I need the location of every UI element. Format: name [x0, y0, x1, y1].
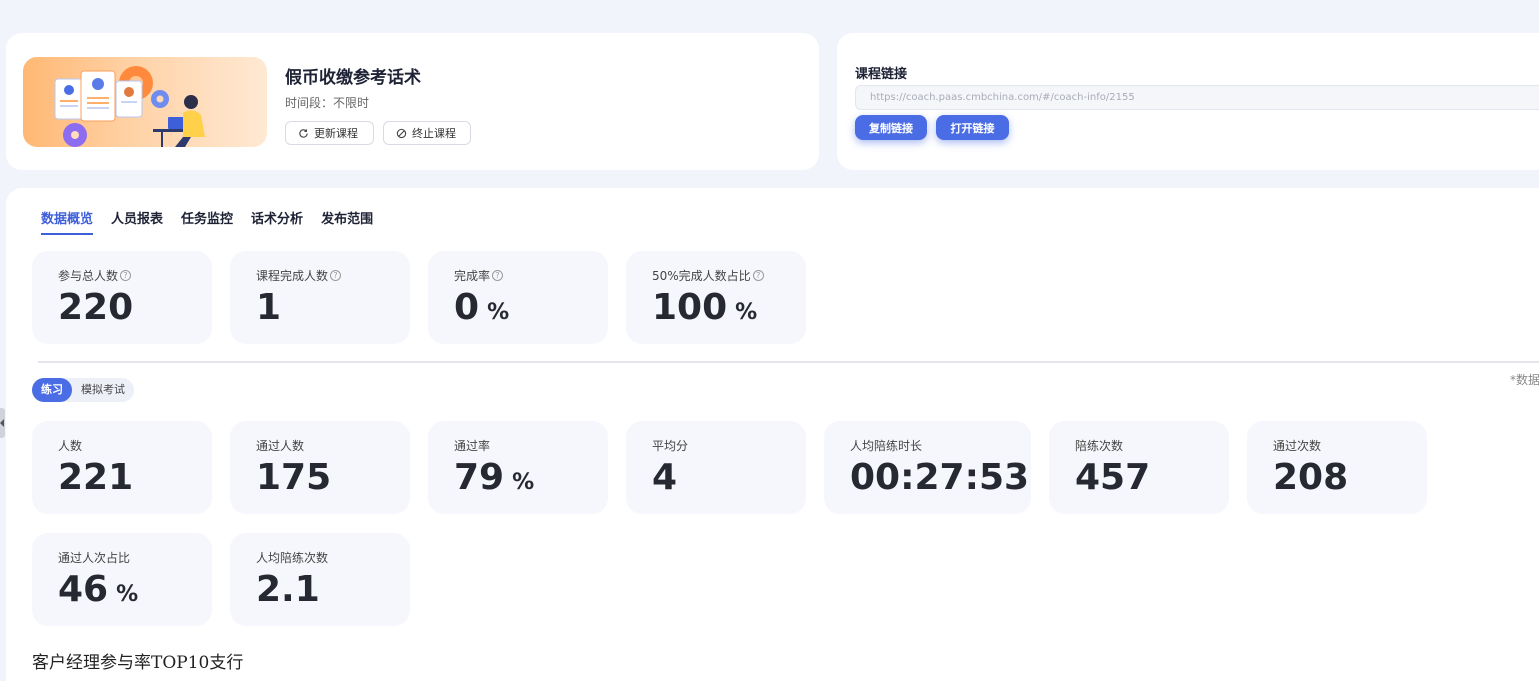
tab-task-monitor[interactable]: 任务监控 — [181, 208, 233, 235]
stat-card-people: 人数 221 — [32, 421, 212, 514]
stat-card-total-participants: 参与总人数? 220 — [32, 251, 212, 344]
tab-script-analysis[interactable]: 话术分析 — [251, 208, 303, 235]
stat-value: 2.1 — [256, 569, 320, 610]
refresh-icon — [299, 128, 308, 138]
stat-value: 79% — [454, 457, 534, 498]
stat-unit: % — [735, 300, 758, 325]
stat-card-pass-count: 通过次数 208 — [1247, 421, 1427, 514]
ban-icon — [396, 128, 407, 138]
open-link-button[interactable]: 打开链接 — [936, 115, 1009, 140]
stat-card-avg-practice-duration: 人均陪练时长 00:27:53 — [824, 421, 1031, 514]
stat-number: 2.1 — [256, 569, 320, 610]
mode-toggle: 练习 模拟考试 — [32, 378, 134, 402]
course-link-label: 课程链接 — [855, 67, 908, 82]
stat-label: 通过人次占比 — [58, 551, 131, 565]
stat-label: 通过次数 — [1273, 439, 1322, 453]
stat-label: 参与总人数 — [58, 269, 119, 283]
stat-value: 175 — [256, 457, 331, 498]
stat-value: 1 — [256, 287, 281, 328]
stat-value: 457 — [1075, 457, 1150, 498]
stat-number: 220 — [58, 287, 134, 328]
tab-bar: 数据概览 人员报表 任务监控 话术分析 发布范围 — [41, 208, 373, 235]
mode-mock-exam[interactable]: 模拟考试 — [72, 378, 134, 402]
update-course-label: 更新课程 — [314, 127, 358, 140]
stat-value: 4 — [652, 457, 677, 498]
mode-practice[interactable]: 练习 — [32, 378, 72, 402]
tab-overview[interactable]: 数据概览 — [41, 208, 94, 235]
stat-value: 221 — [58, 457, 133, 498]
help-icon[interactable]: ? — [120, 270, 132, 281]
course-link-card: 课程链接 复制链接 打开链接 — [837, 33, 1539, 170]
stat-number: 208 — [1273, 457, 1349, 498]
tab-personnel-report[interactable]: 人员报表 — [111, 208, 163, 235]
help-icon[interactable]: ? — [330, 270, 342, 281]
stat-label: 通过人数 — [256, 439, 305, 453]
stat-card-completion-rate: 完成率? 0% — [428, 251, 608, 344]
course-banner-illustration — [23, 57, 267, 147]
stat-label: 完成率 — [454, 269, 491, 283]
course-title: 假币收缴参考话术 — [285, 68, 421, 88]
stat-card-practice-count: 陪练次数 457 — [1049, 421, 1229, 514]
stat-number: 00:27:53 — [850, 457, 1030, 498]
stat-number: 46 — [58, 569, 109, 610]
stat-card-pass-attempt-ratio: 通过人次占比 46% — [32, 533, 212, 626]
stat-value: 220 — [58, 287, 133, 328]
stat-number: 221 — [58, 457, 134, 498]
stat-unit: % — [512, 470, 535, 495]
stat-label: 平均分 — [652, 439, 689, 453]
stat-value: 0% — [454, 287, 509, 328]
copy-link-button[interactable]: 复制链接 — [855, 115, 927, 140]
data-note: *数据 — [1510, 373, 1539, 387]
stat-card-avg-practice-count: 人均陪练次数 2.1 — [230, 533, 410, 626]
stop-course-button[interactable]: 终止课程 — [383, 121, 471, 145]
help-icon[interactable]: ? — [752, 270, 764, 281]
stat-unit: % — [116, 582, 139, 607]
stat-number: 4 — [652, 457, 678, 498]
course-card: 假币收缴参考话术 时间段：不限时 更新课程 终止课程 — [6, 33, 819, 170]
stat-value: 46% — [58, 569, 138, 610]
help-icon[interactable]: ? — [492, 270, 504, 281]
stat-card-half-completion-ratio: 50%完成人数占比? 100% — [626, 251, 806, 344]
stat-card-pass-rate: 通过率 79% — [428, 421, 608, 514]
stat-number: 1 — [256, 287, 282, 328]
update-course-button[interactable]: 更新课程 — [285, 121, 374, 145]
stat-label: 课程完成人数 — [256, 269, 329, 283]
stat-unit: % — [487, 300, 510, 325]
course-period: 时间段：不限时 — [285, 96, 370, 110]
stat-card-passed-people: 通过人数 175 — [230, 421, 410, 514]
stat-label: 人均陪练次数 — [256, 551, 329, 565]
stat-card-completed: 课程完成人数? 1 — [230, 251, 410, 344]
stat-number: 100 — [652, 287, 728, 328]
stat-label: 陪练次数 — [1075, 439, 1124, 453]
section-divider — [38, 361, 1539, 363]
stat-label: 人数 — [58, 439, 83, 453]
stat-number: 0 — [454, 287, 480, 328]
sidebar-collapse-handle[interactable] — [0, 408, 5, 438]
stat-number: 457 — [1075, 457, 1151, 498]
stat-label: 人均陪练时长 — [850, 439, 923, 453]
tab-publish-scope[interactable]: 发布范围 — [321, 208, 373, 235]
stat-value: 00:27:53 — [850, 457, 1029, 498]
main-panel: 数据概览 人员报表 任务监控 话术分析 发布范围 参与总人数? 220 课程完成… — [6, 188, 1539, 681]
stop-course-label: 终止课程 — [412, 127, 456, 140]
course-link-input[interactable] — [855, 85, 1539, 110]
top10-branches-title: 客户经理参与率TOP10支行 — [32, 653, 244, 673]
stat-card-average-score: 平均分 4 — [626, 421, 806, 514]
stat-value: 100% — [652, 287, 757, 328]
stat-label: 通过率 — [454, 439, 491, 453]
stat-number: 79 — [454, 457, 505, 498]
stat-value: 208 — [1273, 457, 1348, 498]
stat-label: 50%完成人数占比 — [652, 269, 751, 283]
stat-number: 175 — [256, 457, 332, 498]
